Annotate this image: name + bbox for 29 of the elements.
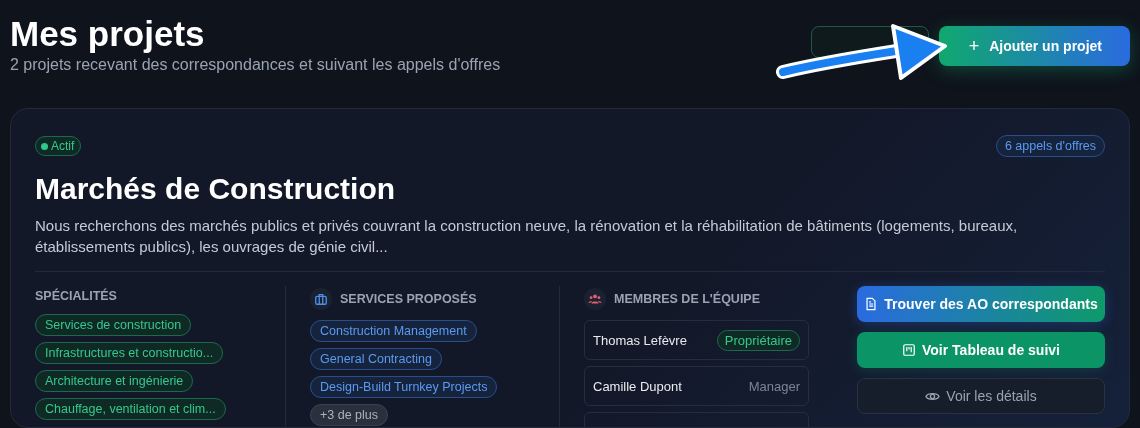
board-icon [902, 343, 916, 357]
page-subtitle: 2 projets recevant des correspondances et suivant les appels d'offres [10, 56, 501, 74]
tender-count-badge: 6 appels d'offres [995, 135, 1105, 157]
section-heading: SERVICES PROPOSÉS [340, 292, 477, 306]
more-tag[interactable]: +3 de plus [310, 404, 389, 426]
member-name: Thomas Lefèvre [593, 332, 687, 348]
specialty-tag: Architecture et ingénierie [35, 370, 194, 392]
project-description: Nous recherchons des marchés publics et privés couvrant la construction neuve, la rénovation et la réhabilitation de bâtiments (logements, bureaux, établissements publics), les ouvrages de génie civil... [35, 215, 1105, 272]
status-badge: Actif [35, 136, 82, 156]
details-button[interactable]: Voir les détails [857, 378, 1105, 414]
tracking-board-button[interactable]: Voir Tableau de suivi [857, 332, 1105, 368]
member-role: Manager [748, 378, 800, 394]
member-name: Camille Dupont [593, 378, 682, 394]
specialty-tag: Infrastructures et constructio... [35, 342, 224, 364]
section-heading: MEMBRES DE L'ÉQUIPE [614, 292, 761, 306]
people-icon [584, 288, 606, 310]
service-tag: Design-Build Turnkey Projects [310, 376, 498, 398]
doc-icon [864, 297, 879, 311]
find-tenders-button[interactable]: Trouver des AO correspondants [857, 286, 1105, 322]
section-heading: SPÉCIALITÉS [35, 289, 117, 303]
page-title: Mes projets [10, 14, 206, 54]
specialty-tag: Services de construction [35, 314, 192, 336]
specialty-tag: Chauffage, ventilation et clim... [35, 398, 226, 420]
role-badge: Propriétaire [716, 329, 800, 351]
service-tag: General Contracting [310, 348, 442, 370]
service-tag: Construction Management [310, 320, 477, 342]
project-title: Marchés de Construction [35, 171, 397, 207]
add-project-button[interactable]: + Ajouter un projet [938, 26, 1130, 66]
briefcase-icon [310, 288, 332, 310]
